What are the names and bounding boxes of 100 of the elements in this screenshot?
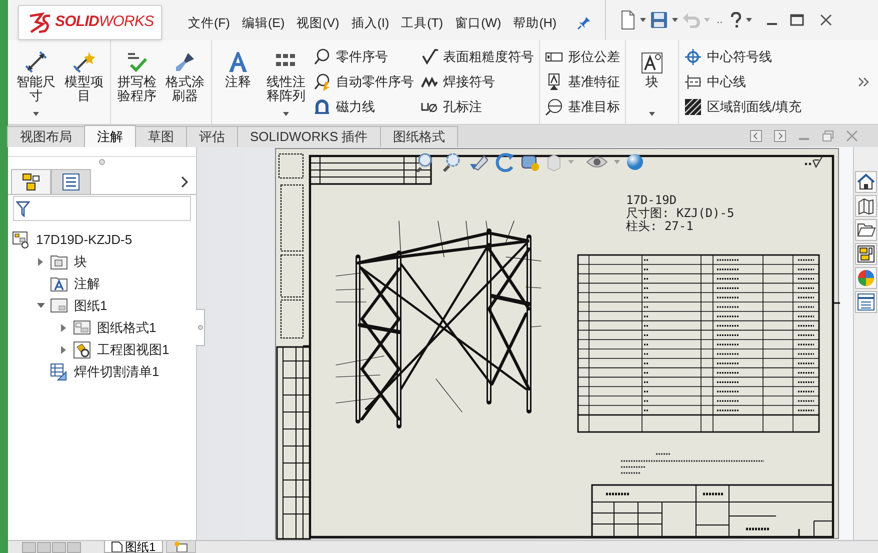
hatch-icon bbox=[684, 98, 702, 116]
ribbon-button[interactable]: 形位公差 bbox=[545, 46, 620, 68]
caret-icon[interactable] bbox=[640, 18, 646, 22]
ribbon-button[interactable]: 基准特征 bbox=[545, 71, 620, 93]
maximize-icon[interactable] bbox=[790, 14, 804, 26]
overflow-dots[interactable]: .. bbox=[716, 12, 723, 28]
datum-target-icon bbox=[545, 98, 563, 116]
ribbon-tab[interactable]: SOLIDWORKS 插件 bbox=[237, 126, 381, 147]
panel-tab[interactable] bbox=[51, 169, 91, 194]
ribbon-button[interactable]: 拼写检验程序 bbox=[114, 40, 160, 124]
expand-arrow-icon[interactable] bbox=[38, 258, 44, 266]
brush-icon bbox=[173, 50, 197, 74]
ribbon-button[interactable]: 基准目标 bbox=[545, 96, 620, 118]
ribbon-button[interactable]: 块 bbox=[629, 40, 675, 124]
ribbon-button[interactable]: 区域剖面线/填充 bbox=[684, 96, 802, 118]
menu-item[interactable]: 帮助(H) bbox=[507, 12, 563, 34]
previous-window-icon[interactable] bbox=[750, 130, 762, 142]
parts-library-icon bbox=[856, 196, 876, 216]
expand-arrow-icon[interactable] bbox=[61, 324, 67, 332]
task-pane-tab[interactable] bbox=[855, 291, 877, 313]
task-pane-tab[interactable] bbox=[855, 219, 877, 241]
tree-item[interactable]: 工程图视图1 bbox=[97, 340, 170, 360]
center-mark-icon bbox=[684, 48, 702, 66]
folder-icon bbox=[50, 253, 68, 271]
filter-field[interactable] bbox=[13, 196, 191, 221]
ribbon-tab[interactable]: 评估 bbox=[186, 126, 238, 147]
balloon-icon bbox=[313, 48, 331, 66]
ribbon-button[interactable]: 线性注释阵列 bbox=[263, 40, 309, 124]
caret-icon[interactable] bbox=[33, 112, 39, 116]
drawing-note: 17D-19D bbox=[626, 194, 678, 207]
pin-icon[interactable] bbox=[576, 16, 591, 30]
menu-item[interactable]: 插入(I) bbox=[345, 12, 396, 34]
app-logo: SOLIDWORKS bbox=[18, 5, 162, 40]
filter-icon bbox=[16, 200, 30, 216]
tree-item[interactable]: 焊件切割清单1 bbox=[74, 362, 160, 382]
zoom-area-icon[interactable] bbox=[442, 152, 462, 172]
more-chevron-icon[interactable] bbox=[858, 77, 870, 87]
tree-item[interactable]: 图纸格式1 bbox=[97, 318, 156, 338]
display-style-icon[interactable] bbox=[546, 152, 562, 172]
ribbon-button[interactable]: 格式涂刷器 bbox=[162, 40, 208, 124]
hide-show-icon[interactable] bbox=[586, 154, 608, 170]
task-pane-tab[interactable] bbox=[855, 195, 877, 217]
panel-tab[interactable] bbox=[11, 169, 51, 194]
next-window-icon[interactable] bbox=[774, 130, 786, 142]
list-icon bbox=[62, 173, 80, 191]
tree-item[interactable]: 注解 bbox=[74, 274, 100, 294]
ribbon-tab[interactable]: 草图 bbox=[135, 126, 187, 147]
magnet-icon bbox=[313, 98, 331, 116]
tree-item[interactable]: 图纸1 bbox=[74, 296, 108, 316]
collapse-arrow-icon[interactable] bbox=[37, 303, 45, 309]
ds-logo-icon bbox=[27, 12, 53, 34]
rotate-icon[interactable] bbox=[494, 152, 514, 172]
menu-item[interactable]: 文件(F) bbox=[182, 12, 236, 34]
sheet-tab[interactable]: 图纸1 bbox=[104, 541, 163, 553]
save-icon[interactable] bbox=[650, 11, 668, 29]
ribbon-tab[interactable]: 视图布局 bbox=[7, 126, 85, 147]
tree-item[interactable]: 块 bbox=[74, 252, 87, 272]
surface-finish-icon bbox=[803, 156, 823, 168]
ribbon-tab[interactable]: 注解 bbox=[84, 125, 136, 147]
caret-icon[interactable] bbox=[283, 112, 289, 116]
ribbon-button[interactable]: 零件序号 bbox=[313, 46, 414, 68]
ribbon-button[interactable]: 孔标注 bbox=[420, 96, 534, 118]
add-sheet-tab[interactable] bbox=[166, 541, 196, 553]
help-icon[interactable] bbox=[730, 12, 742, 28]
task-pane-tab[interactable] bbox=[855, 171, 877, 193]
panel-handle-icon[interactable] bbox=[99, 159, 105, 165]
centerline-icon bbox=[684, 73, 702, 91]
model-items-icon bbox=[72, 50, 96, 74]
ribbon-tab[interactable]: 图纸格式 bbox=[380, 126, 458, 147]
ribbon-button[interactable]: 焊接符号 bbox=[420, 71, 534, 93]
view-palette-icon bbox=[856, 244, 876, 264]
menu-item[interactable]: 视图(V) bbox=[290, 12, 346, 34]
dimension-icon bbox=[24, 50, 48, 74]
new-document-icon[interactable] bbox=[620, 10, 636, 30]
caret-icon[interactable] bbox=[649, 112, 655, 116]
close-icon[interactable] bbox=[820, 14, 832, 26]
ribbon-button[interactable]: 自动零件序号 bbox=[313, 71, 414, 93]
appearance-sphere-icon[interactable] bbox=[626, 153, 644, 171]
home-icon bbox=[856, 172, 876, 192]
menu-item[interactable]: 窗口(W) bbox=[449, 12, 508, 34]
ribbon-button[interactable]: 中心符号线 bbox=[684, 46, 802, 68]
ribbon-button[interactable]: 中心线 bbox=[684, 71, 802, 93]
custom-properties-icon bbox=[856, 292, 876, 312]
ribbon-button[interactable]: 表面粗糙度符号 bbox=[420, 46, 534, 68]
ribbon-button[interactable]: 注释 bbox=[215, 40, 261, 124]
spell-check-icon bbox=[125, 50, 149, 74]
ribbon-button[interactable]: 磁力线 bbox=[313, 96, 414, 118]
expand-panel-icon[interactable] bbox=[181, 176, 189, 188]
caret-icon[interactable] bbox=[672, 18, 678, 22]
ribbon-button[interactable]: 模型项目 bbox=[61, 40, 107, 124]
expand-arrow-icon[interactable] bbox=[61, 346, 67, 354]
task-pane-tab[interactable] bbox=[855, 243, 877, 265]
tree-item[interactable]: 17D19D-KZJD-5 bbox=[36, 230, 132, 250]
menu-item[interactable]: 编辑(E) bbox=[236, 12, 291, 34]
menu-item[interactable]: 工具(T) bbox=[395, 12, 450, 34]
auto-balloon-icon bbox=[313, 73, 331, 91]
sheet-icon bbox=[73, 319, 91, 337]
ribbon-button[interactable]: 智能尺寸 bbox=[13, 40, 59, 124]
note-icon bbox=[226, 50, 250, 74]
caret-icon[interactable] bbox=[746, 18, 752, 22]
